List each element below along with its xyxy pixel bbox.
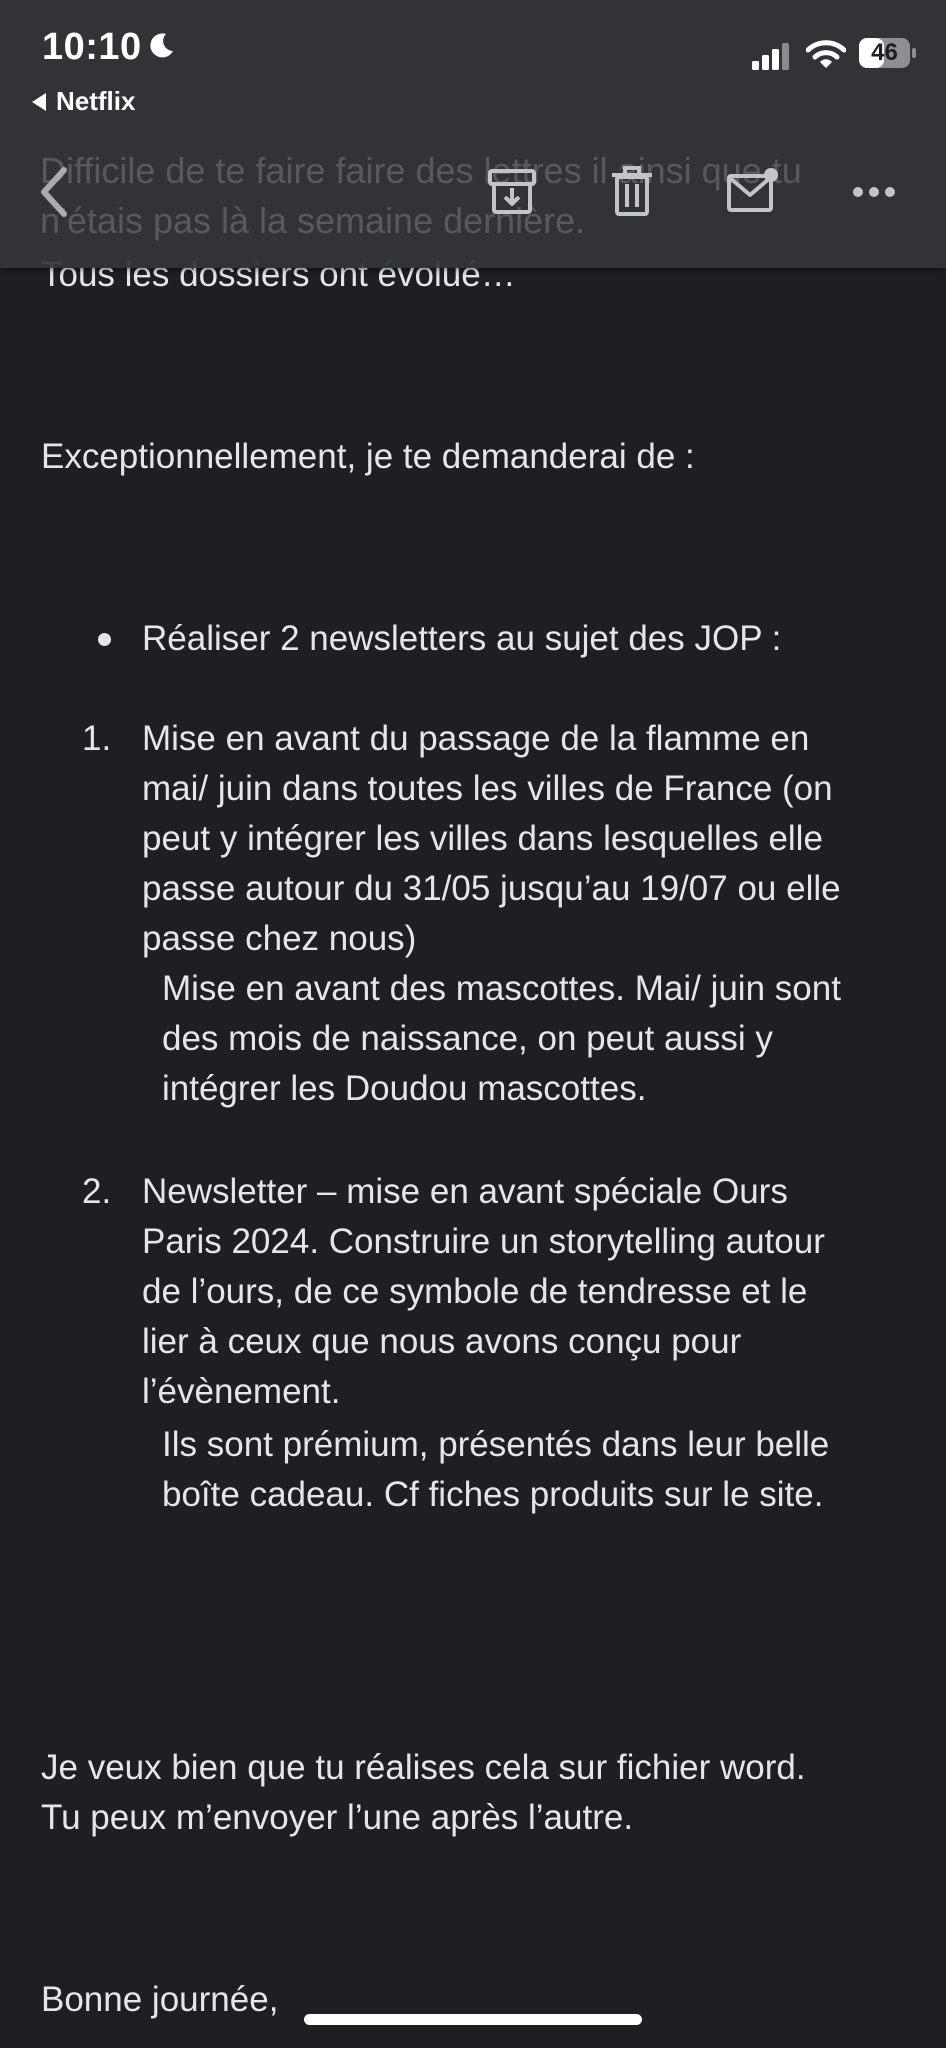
bullet-icon	[98, 633, 111, 646]
back-chevron-icon	[41, 167, 67, 217]
back-button[interactable]	[22, 160, 86, 224]
clock: 10:10	[42, 26, 142, 68]
list-item-sub-line: Mise en avant des mascottes. Mai/ juin s…	[162, 969, 841, 1008]
mail-unread-icon	[727, 168, 778, 212]
list-item-sub-line: des mois de naissance, on peut aussi y	[162, 1019, 773, 1058]
list-item-line: l’évènement.	[142, 1372, 341, 1411]
list-item-line: Newsletter – mise en avant spéciale Ours	[142, 1172, 788, 1211]
cellular-signal-icon	[752, 43, 789, 70]
mark-unread-button[interactable]	[722, 160, 786, 224]
list-number: 2.	[82, 1172, 112, 1211]
wifi-icon	[806, 40, 846, 68]
scrolled-text: Difficile de te faire faire des lettres …	[40, 150, 802, 241]
list-item-line: Mise en avant du passage de la flamme en	[142, 719, 810, 758]
list-item-line: passe chez nous)	[142, 919, 417, 958]
list-item-sub-line: Ils sont prémium, présentés dans leur be…	[162, 1425, 830, 1464]
list-item-line: mai/ juin dans toutes les villes de Fran…	[142, 769, 833, 808]
trash-icon	[612, 166, 652, 216]
archive-button[interactable]	[480, 160, 544, 224]
list-item-line: peut y intégrer les villes dans lesquell…	[142, 819, 823, 858]
moon-icon	[150, 33, 173, 58]
list-item-line: de l’ours, de ce symbole de tendresse et…	[142, 1272, 808, 1311]
list-item-sub-line: intégrer les Doudou mascottes.	[162, 1069, 647, 1108]
home-indicator[interactable]	[304, 2014, 642, 2025]
list-item-line: Paris 2024. Construire un storytelling a…	[142, 1222, 825, 1261]
archive-icon	[488, 169, 536, 214]
email-intro: Exceptionnellement, je te demanderai de …	[41, 437, 695, 476]
email-closing-line: Je veux bien que tu réalises cela sur fi…	[41, 1748, 806, 1787]
email-sign-off: Bonne journée,	[41, 1980, 279, 2019]
bullet-item: Réaliser 2 newsletters au sujet des JOP …	[142, 619, 782, 658]
email-closing-line: Tu peux m’envoyer l’une après l’autre.	[41, 1798, 634, 1837]
delete-button[interactable]	[600, 160, 664, 224]
list-item-line: passe autour du 31/05 jusqu’au 19/07 ou …	[142, 869, 841, 908]
status-bar: 10:10 Netflix 46	[0, 0, 946, 130]
list-number: 1.	[82, 719, 112, 758]
more-button[interactable]	[842, 160, 906, 224]
battery-level: 46	[871, 39, 898, 66]
battery-icon: 46	[858, 36, 918, 70]
back-app-label: Netflix	[56, 86, 136, 116]
more-icon	[853, 187, 895, 197]
back-triangle-icon	[32, 92, 46, 111]
list-item-sub-line: boîte cadeau. Cf fiches produits sur le …	[162, 1475, 824, 1514]
back-to-app-link[interactable]: Netflix	[32, 86, 135, 117]
list-item-line: lier à ceux que nous avons conçu pour	[142, 1322, 742, 1361]
